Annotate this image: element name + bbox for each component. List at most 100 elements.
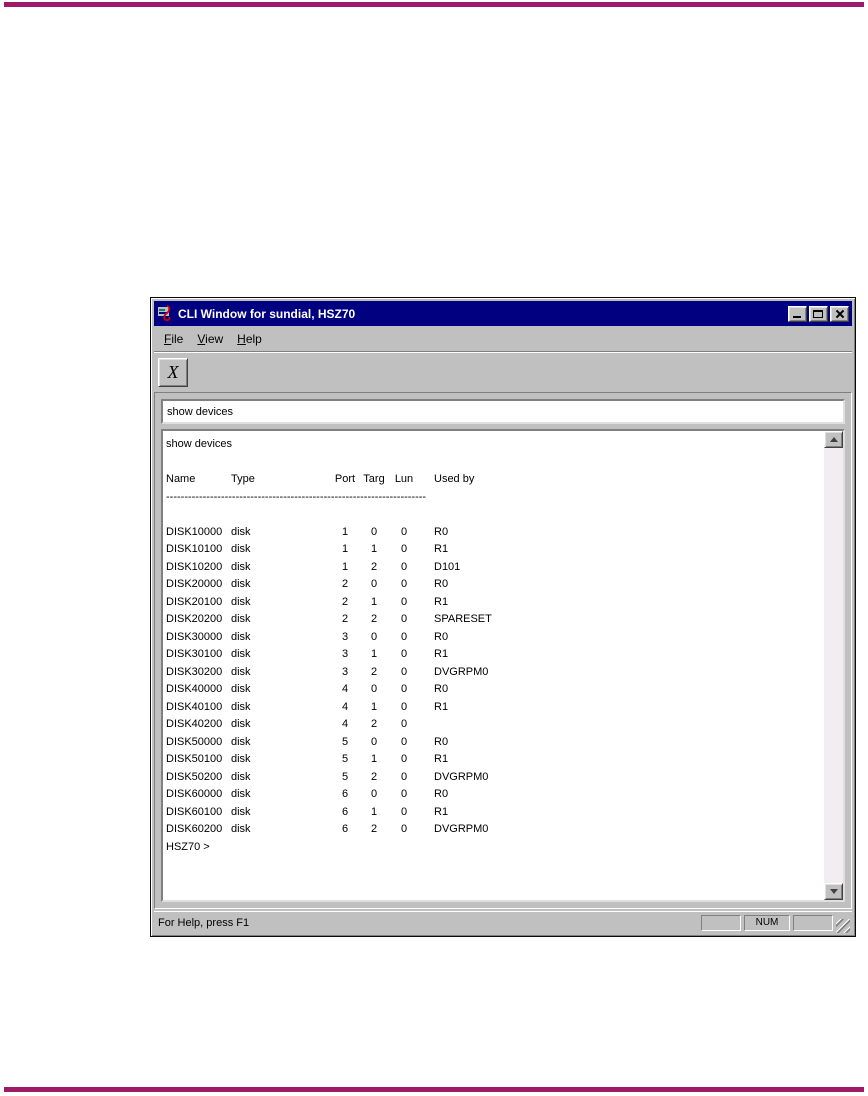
close-button[interactable]: [830, 305, 849, 322]
menu-help[interactable]: Help: [230, 329, 269, 349]
terminal-row: DISK10000 disk 1 0 0 R0: [166, 524, 820, 542]
device-name-cell: DISK40200: [166, 718, 223, 730]
port-cell: 4: [341, 700, 349, 713]
lun-cell: 0: [400, 595, 408, 608]
used-by-cell: R1: [434, 543, 449, 555]
terminal-text: show devices Name Type Port Targ Lun Use…: [163, 431, 824, 900]
used-by-cell: [434, 716, 820, 734]
port-cell: 3: [341, 665, 349, 678]
minimize-icon: [793, 315, 801, 318]
menu-view[interactable]: View: [190, 329, 230, 349]
device-name-cell: DISK10200: [166, 560, 223, 573]
device-type-cell: disk: [231, 735, 251, 748]
status-panel-scrl: [793, 914, 833, 931]
device-type-cell: disk: [231, 578, 251, 590]
targ-cell: 2: [370, 718, 378, 730]
device-name-cell: DISK30000: [166, 630, 223, 643]
targ-cell: 0: [370, 578, 378, 590]
lun-cell: 0: [400, 735, 408, 748]
clear-screen-button[interactable]: X: [158, 358, 188, 387]
toolbar: X: [154, 351, 852, 392]
command-echo: show devices: [166, 438, 233, 450]
used-by-cell: R1: [434, 753, 449, 765]
cli-window: CLI Window for sundial, HSZ70 File View …: [150, 297, 856, 937]
lun-cell: 0: [400, 805, 408, 818]
targ-cell: 1: [370, 543, 378, 555]
separator-line: ----------------------------------------…: [166, 490, 426, 503]
status-panel-num: NUM: [744, 914, 790, 931]
targ-cell: 1: [370, 753, 378, 765]
device-type-cell: disk: [231, 718, 251, 730]
status-message: For Help, press F1: [158, 916, 250, 929]
menu-file[interactable]: File: [157, 329, 190, 349]
lun-cell: 0: [400, 648, 408, 660]
arrow-down-icon: [829, 889, 838, 894]
lun-cell: 0: [400, 543, 408, 555]
used-by-cell: R0: [434, 683, 449, 695]
status-bar: For Help, press F1 NUM: [154, 911, 852, 933]
terminal-row: DISK10200 disk 1 2 0 D101: [166, 559, 820, 577]
used-by-cell: R1: [434, 595, 449, 608]
used-by-cell: R0: [434, 735, 449, 748]
minimize-button[interactable]: [788, 305, 807, 322]
lun-cell: 0: [400, 560, 408, 573]
terminal-row: DISK60100 disk 6 1 0 R1: [166, 804, 820, 822]
col-lun: Lun: [394, 473, 414, 485]
device-type-cell: disk: [231, 525, 251, 538]
port-cell: 5: [341, 753, 349, 765]
col-used-by: Used by: [434, 473, 475, 485]
scroll-down-button[interactable]: [824, 883, 843, 900]
lun-cell: 0: [400, 665, 408, 678]
device-type-cell: disk: [231, 665, 251, 678]
device-name-cell: DISK60000: [166, 788, 223, 800]
device-name-cell: DISK10100: [166, 543, 223, 555]
device-name-cell: DISK50000: [166, 735, 223, 748]
scroll-up-button[interactable]: [824, 431, 843, 448]
vertical-scrollbar[interactable]: [824, 431, 843, 900]
used-by-cell: DVGRPM0: [434, 770, 489, 783]
port-cell: 6: [341, 823, 349, 835]
device-name-cell: DISK30200: [166, 665, 223, 678]
device-type-cell: disk: [231, 543, 251, 555]
targ-cell: 0: [370, 735, 378, 748]
port-cell: 1: [341, 543, 349, 555]
device-name-cell: DISK60200: [166, 823, 223, 835]
terminal-row: DISK40000 disk 4 0 0 R0: [166, 681, 820, 699]
arrow-up-icon: [829, 437, 838, 442]
terminal-row: DISK50100 disk 5 1 0 R1: [166, 751, 820, 769]
page-top-rule: [4, 2, 864, 7]
device-name-cell: DISK20000: [166, 578, 223, 590]
maximize-icon: [813, 309, 823, 318]
targ-cell: 2: [370, 665, 378, 678]
maximize-button[interactable]: [809, 305, 828, 322]
device-name-cell: DISK30100: [166, 648, 223, 660]
terminal-row: DISK30200 disk 3 2 0 DVGRPM0: [166, 664, 820, 682]
client-area: show devices Name Type Port Targ Lun Use…: [154, 392, 852, 909]
device-type-cell: disk: [231, 630, 251, 643]
device-type-cell: disk: [231, 700, 251, 713]
title-bar[interactable]: CLI Window for sundial, HSZ70: [154, 301, 852, 326]
device-list: DISK10000 disk 1 0 0 R0 DISK10100 disk 1…: [166, 524, 820, 839]
used-by-cell: R1: [434, 805, 449, 818]
terminal-row: DISK20100 disk 2 1 0 R1: [166, 594, 820, 612]
col-port: Port: [334, 473, 356, 485]
window-icon: [157, 305, 171, 322]
port-cell: 3: [341, 630, 349, 643]
device-type-cell: disk: [231, 770, 251, 783]
device-name-cell: DISK40000: [166, 683, 223, 695]
used-by-cell: DVGRPM0: [434, 823, 489, 835]
command-input[interactable]: [161, 399, 845, 424]
terminal-row: DISK50000 disk 5 0 0 R0: [166, 734, 820, 752]
terminal-row: DISK20200 disk 2 2 0 SPARESET: [166, 611, 820, 629]
close-icon: [831, 307, 848, 321]
resize-grip[interactable]: [836, 919, 850, 933]
device-type-cell: disk: [231, 683, 251, 695]
lun-cell: 0: [400, 788, 408, 800]
port-cell: 2: [341, 595, 349, 608]
lun-cell: 0: [400, 683, 408, 695]
port-cell: 4: [341, 683, 349, 695]
device-type-cell: disk: [231, 823, 251, 835]
device-name-cell: DISK40100: [166, 700, 223, 713]
